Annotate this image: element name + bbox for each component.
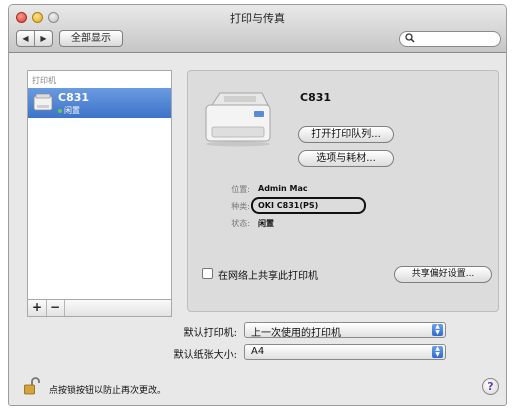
printer-list-item-status: 闲置 [58,105,80,116]
printer-list: 打印机 C831 闲置 [27,70,172,300]
location-label: 位置: [231,185,250,194]
remove-printer-button[interactable]: − [46,300,65,316]
default-paper-value: A4 [251,346,265,357]
window-title: 打印与传真 [230,12,285,25]
kind-label: 种类: [231,202,250,211]
default-printer-value: 上一次使用的打印机 [251,328,341,339]
lock-icon[interactable] [24,377,40,395]
options-supplies-button[interactable]: 选项与耗材... [298,150,394,167]
share-printer-checkbox[interactable] [202,268,213,279]
share-printer-label: 在网络上共享此打印机 [218,271,318,282]
help-button[interactable]: ? [482,378,499,395]
sharing-preferences-button[interactable]: 共享偏好设置... [394,266,492,283]
printer-list-item[interactable]: C831 闲置 [28,88,171,118]
kind-highlight-box [251,197,366,214]
printer-thumbnail-icon [33,93,53,111]
status-dot-icon [58,108,62,113]
print-fax-window: 打印与传真 ◀ ▶ 全部显示 打印机 C831 闲置 + − C831 打开打印… [8,4,507,406]
printer-name: C831 [300,91,332,104]
printer-image-icon [205,92,271,147]
default-printer-popup[interactable]: 上一次使用的打印机 ▲ ▼ [244,322,446,339]
back-forward-control: ◀ ▶ [16,30,53,47]
printer-list-item-name: C831 [58,91,90,104]
default-printer-label: 默认打印机: [183,328,237,339]
add-printer-button[interactable]: + [28,300,47,316]
popup-arrows-icon: ▲ ▼ [432,324,443,336]
status-value: 闲置 [258,219,274,228]
location-value: Admin Mac [258,184,308,193]
printer-list-footer: + − [27,300,172,317]
default-paper-popup[interactable]: A4 ▲ ▼ [244,344,446,360]
printer-detail-panel: C831 打开打印队列... 选项与耗材... 位置: Admin Mac 种类… [187,70,499,312]
popup-arrows-icon: ▲ ▼ [432,346,443,358]
forward-arrow-icon[interactable]: ▶ [34,31,52,46]
title-bar: 打印与传真 ◀ ▶ 全部显示 [9,5,506,53]
open-print-queue-button[interactable]: 打开打印队列... [298,126,394,143]
show-all-button[interactable]: 全部显示 [59,30,123,47]
printer-list-item-status-text: 闲置 [64,106,80,115]
lock-hint-text: 点按锁按钮以防止再次更改。 [49,386,167,396]
search-input[interactable] [399,31,501,47]
default-paper-label: 默认纸张大小: [173,350,237,361]
back-arrow-icon[interactable]: ◀ [17,31,34,46]
printer-list-header: 打印机 [32,76,56,85]
status-label: 状态: [231,219,250,228]
search-icon [405,33,415,46]
